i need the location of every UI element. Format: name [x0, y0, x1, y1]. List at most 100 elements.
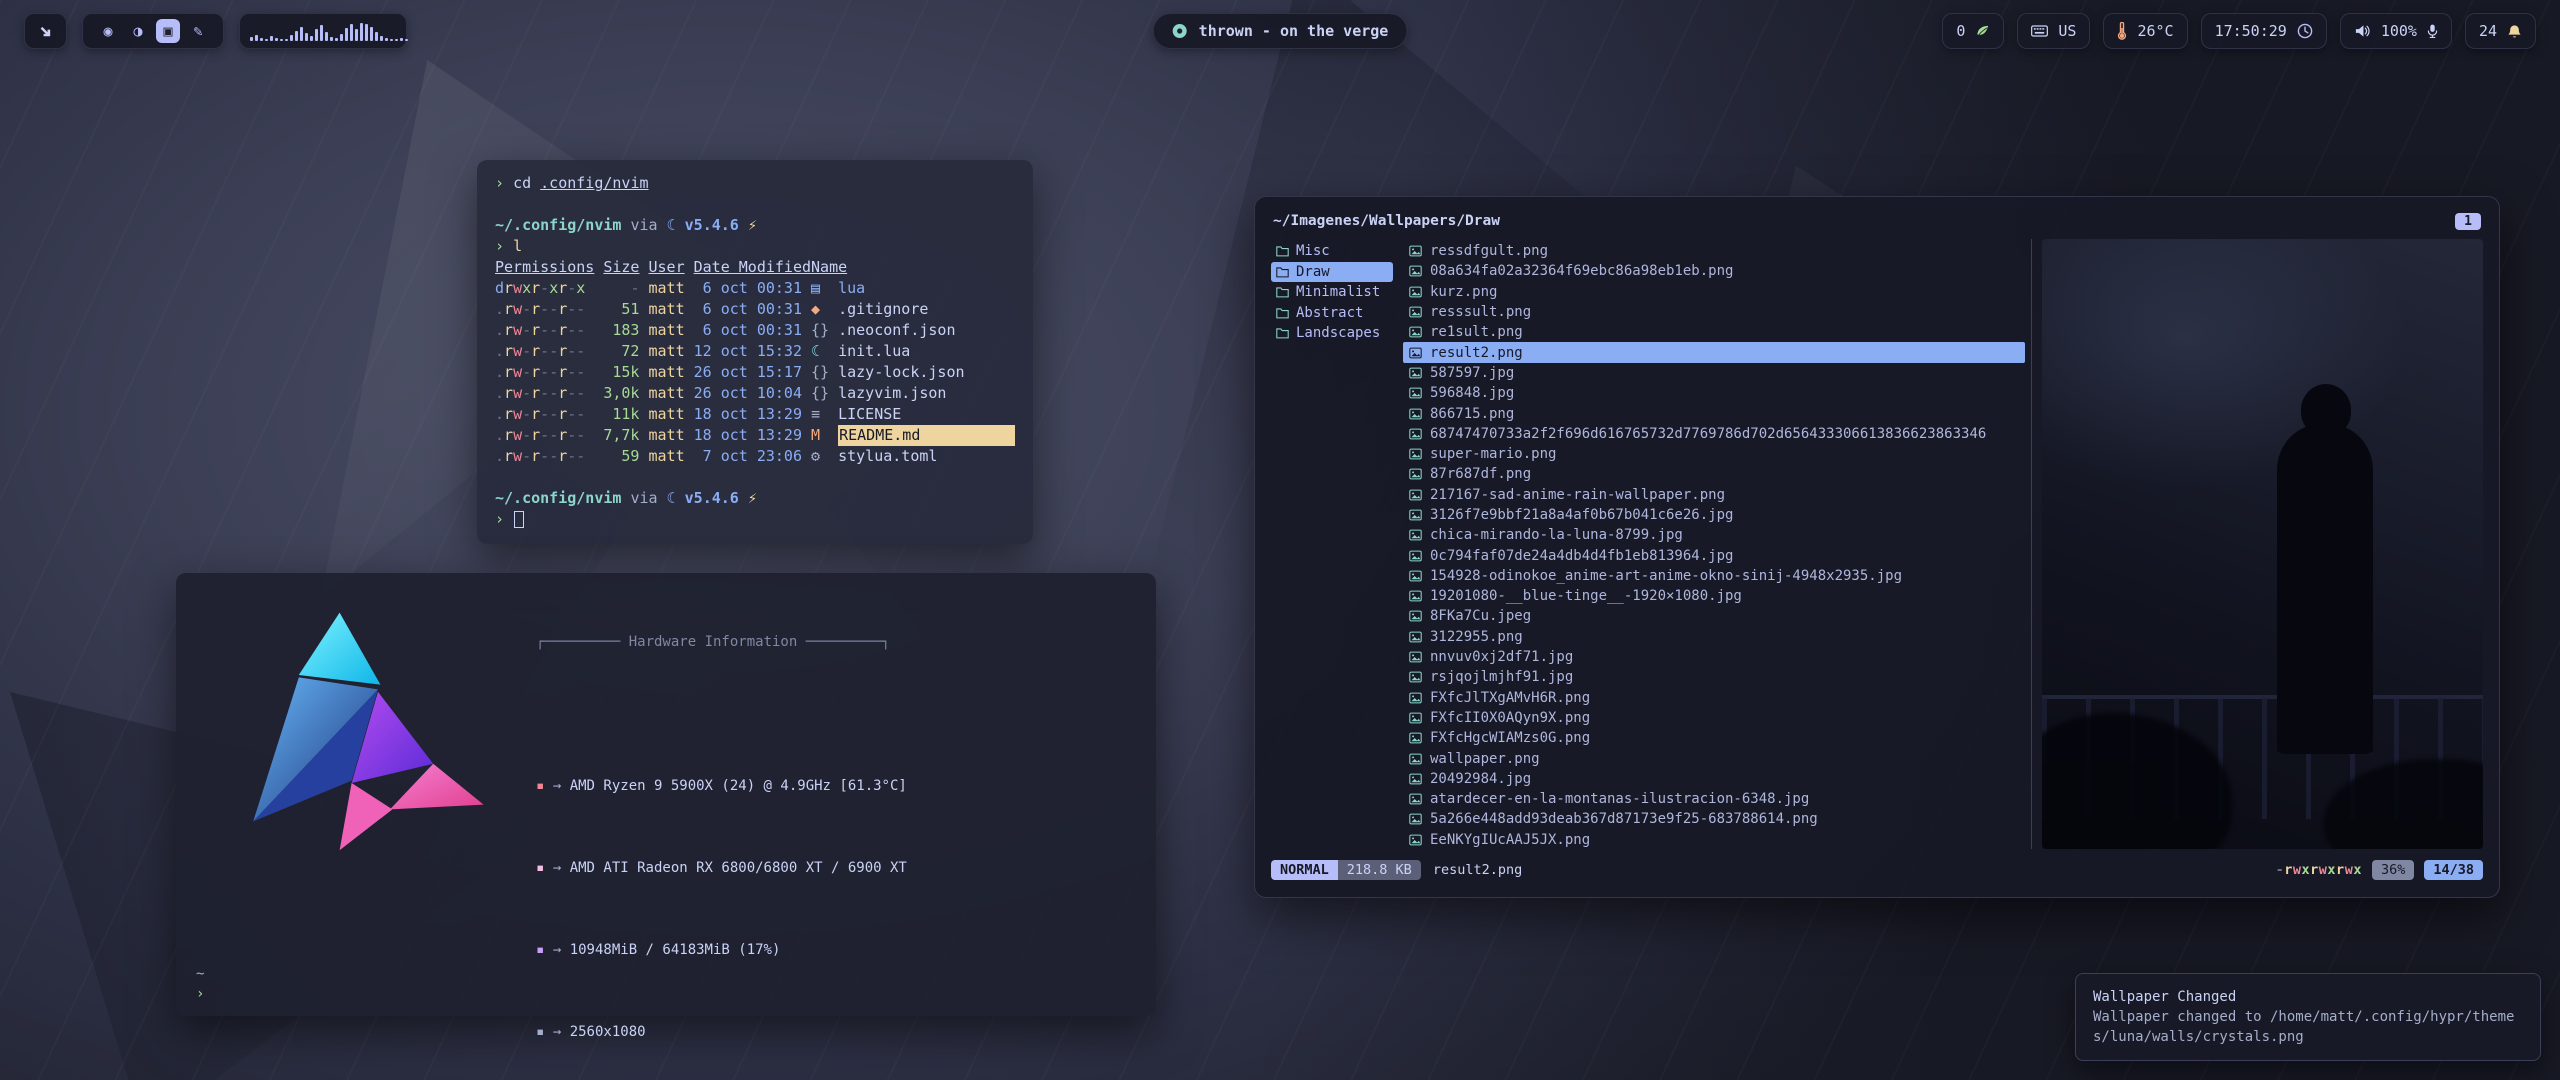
fetch-item-value: AMD ATI Radeon RX 6800/6800 XT / 6900 XT: [570, 858, 907, 879]
music-track-label: thrown - on the verge: [1199, 22, 1389, 40]
file-list-item[interactable]: resssult.png: [1403, 302, 2025, 322]
clock-widget[interactable]: 17:50:29: [2201, 13, 2327, 49]
file-list-item[interactable]: EeNKYgIUcAAJ5JX.png: [1403, 830, 2025, 849]
file-name: EeNKYgIUcAAJ5JX.png: [1430, 832, 1590, 848]
sidebar-folder-item[interactable]: Landscapes: [1271, 323, 1393, 344]
tab-badge[interactable]: 1: [2455, 213, 2481, 230]
file-list-item[interactable]: 0c794faf07de24a4db4d4fb1eb813964.jpg: [1403, 545, 2025, 565]
hardware-section-header: ┌───────── Hardware Information ────────…: [536, 632, 1008, 653]
bell-icon: [2507, 24, 2522, 39]
file-permissions: .rw-r--r--: [495, 446, 594, 467]
file-list-item[interactable]: 154928-odinokoe_anime-art-anime-okno-sin…: [1403, 566, 2025, 586]
ls-header-name: Name: [811, 257, 1015, 278]
terminal-window[interactable]: › cd .config/nvim ~/.config/nvim via ☾ v…: [477, 160, 1033, 544]
file-list-item[interactable]: atardecer-en-la-montanas-ilustracion-634…: [1403, 789, 2025, 809]
file-list-item[interactable]: 3126f7e9bbf21a8a4af0b67b041c6e26.jpg: [1403, 505, 2025, 525]
visualizer-bar: [315, 29, 318, 41]
file-name: wallpaper.png: [1430, 751, 1540, 767]
file-list-item[interactable]: super-mario.png: [1403, 444, 2025, 464]
file-permissions: .rw-r--r--: [495, 320, 594, 341]
terminal-command-line: › cd .config/nvim: [495, 173, 1015, 194]
file-name: nnvuv0xj2df71.jpg: [1430, 649, 1573, 665]
image-file-icon: [1409, 550, 1422, 562]
file-name: kurz.png: [1430, 284, 1497, 300]
file-list-item[interactable]: chica-mirando-la-luna-8799.jpg: [1403, 525, 2025, 545]
file-list-item[interactable]: rsjqojlmjhf91.jpg: [1403, 667, 2025, 687]
file-list-item[interactable]: wallpaper.png: [1403, 748, 2025, 768]
file-name: atardecer-en-la-montanas-ilustracion-634…: [1430, 791, 1809, 807]
sidebar-folder-item[interactable]: Misc: [1271, 241, 1393, 262]
file-list-item[interactable]: nnvuv0xj2df71.jpg: [1403, 647, 2025, 667]
arrow-icon: →: [553, 858, 570, 879]
sidebar-folder-item[interactable]: Abstract: [1271, 303, 1393, 324]
file-list-item[interactable]: 3122955.png: [1403, 627, 2025, 647]
notifications-widget[interactable]: 24: [2465, 13, 2536, 49]
file-name: resssult.png: [1430, 304, 1531, 320]
file-list-item[interactable]: re1sult.png: [1403, 322, 2025, 342]
file-list-item[interactable]: FXfcJlTXgAMvH6R.png: [1403, 688, 2025, 708]
file-name: 3122955.png: [1430, 629, 1523, 645]
terminal-input-line[interactable]: ›: [495, 509, 1015, 530]
keyboard-layout-widget[interactable]: US: [2017, 13, 2090, 49]
hardware-info-list: ▪ → AMD Ryzen 9 5900X (24) @ 4.9GHz [61.…: [536, 694, 1008, 1080]
notification-body: Wallpaper changed to /home/matt/.config/…: [2093, 1007, 2523, 1047]
workspace-icon[interactable]: ◑: [126, 19, 150, 43]
file-size-badge: 218.8 KB: [1338, 860, 1421, 880]
ls-row: .rw-r--r-- 59 matt 7 oct 23:06 ⚙ stylua.…: [495, 446, 1015, 467]
file-list-item[interactable]: 19201080-__blue-tinge__-1920×1080.jpg: [1403, 586, 2025, 606]
workspace-icon[interactable]: ◉: [96, 19, 120, 43]
file-name: 8FKa7Cu.jpeg: [1430, 608, 1531, 624]
file-list-item[interactable]: 08a634fa02a32364f69ebc86a98eb1eb.png: [1403, 261, 2025, 281]
fetch-item-icon: ▪: [536, 1022, 553, 1043]
file-list-item[interactable]: 8FKa7Cu.jpeg: [1403, 606, 2025, 626]
file-list-item[interactable]: 68747470733a2f2f696d616765732d7769786d70…: [1403, 424, 2025, 444]
terminal-cursor[interactable]: [514, 511, 524, 528]
temperature-widget[interactable]: 26°C: [2103, 13, 2187, 49]
visualizer-bar: [275, 38, 278, 41]
launcher-button[interactable]: [24, 13, 67, 49]
visualizer-bar: [330, 37, 333, 41]
volume-widget[interactable]: 100%: [2340, 13, 2452, 49]
workspace-icon[interactable]: ▣: [156, 19, 180, 43]
file-size: 72: [594, 341, 639, 362]
fetch-shell-prompt[interactable]: ~ ›: [196, 964, 204, 1004]
sidebar-folder-item[interactable]: Minimalist: [1271, 282, 1393, 303]
file-name: FXfcHgcWIAMzs0G.png: [1430, 730, 1590, 746]
file-type-icon: ▤: [811, 278, 829, 299]
folder-icon: [1276, 307, 1289, 319]
file-list-item[interactable]: 87r687df.png: [1403, 464, 2025, 484]
file-list-item[interactable]: result2.png: [1403, 342, 2025, 362]
visualizer-bar: [280, 39, 283, 41]
fetch-window[interactable]: ┌───────── Hardware Information ────────…: [176, 573, 1156, 1016]
file-list-item[interactable]: 866715.png: [1403, 403, 2025, 423]
file-list-item[interactable]: 596848.jpg: [1403, 383, 2025, 403]
notification-popup[interactable]: Wallpaper Changed Wallpaper changed to /…: [2075, 973, 2541, 1061]
sidebar-folder-item[interactable]: Draw: [1271, 262, 1393, 283]
file-manager-window[interactable]: ~/Imagenes/Wallpapers/Draw 1 Misc: [1254, 196, 2500, 898]
file-list-item[interactable]: ressdfgult.png: [1403, 241, 2025, 261]
file-name: .neoconf.json: [838, 320, 1015, 341]
file-list-item[interactable]: 587597.jpg: [1403, 363, 2025, 383]
file-permissions: drwxr-xr-x: [495, 278, 594, 299]
file-size: 51: [594, 299, 639, 320]
file-list-item[interactable]: 217167-sad-anime-rain-wallpaper.png: [1403, 485, 2025, 505]
prompt-symbol: ›: [196, 984, 204, 1004]
file-list-item[interactable]: 20492984.jpg: [1403, 769, 2025, 789]
file-list-item[interactable]: kurz.png: [1403, 282, 2025, 302]
music-widget[interactable]: thrown - on the verge: [1153, 13, 1408, 49]
file-user: matt: [648, 362, 693, 383]
folder-label: Draw: [1296, 264, 1330, 280]
arrow-icon: →: [553, 776, 570, 797]
thermometer-icon: [2117, 22, 2127, 40]
file-size: 7,7k: [594, 425, 639, 446]
file-list-item[interactable]: FXfcII0X0AQyn9X.png: [1403, 708, 2025, 728]
visualizer-bar: [365, 24, 368, 41]
image-file-icon: [1409, 631, 1422, 643]
file-manager-body: Misc Draw Minimalist: [1271, 239, 2483, 849]
file-list-item[interactable]: FXfcHgcWIAMzs0G.png: [1403, 728, 2025, 748]
visualizer-bar: [320, 25, 323, 41]
workspace-icon[interactable]: ✎: [186, 19, 210, 43]
file-name: ressdfgult.png: [1430, 243, 1548, 259]
file-list-item[interactable]: 5a266e448add93deab367d87173e9f25-6837886…: [1403, 809, 2025, 829]
updates-widget[interactable]: 0: [1942, 13, 2004, 49]
